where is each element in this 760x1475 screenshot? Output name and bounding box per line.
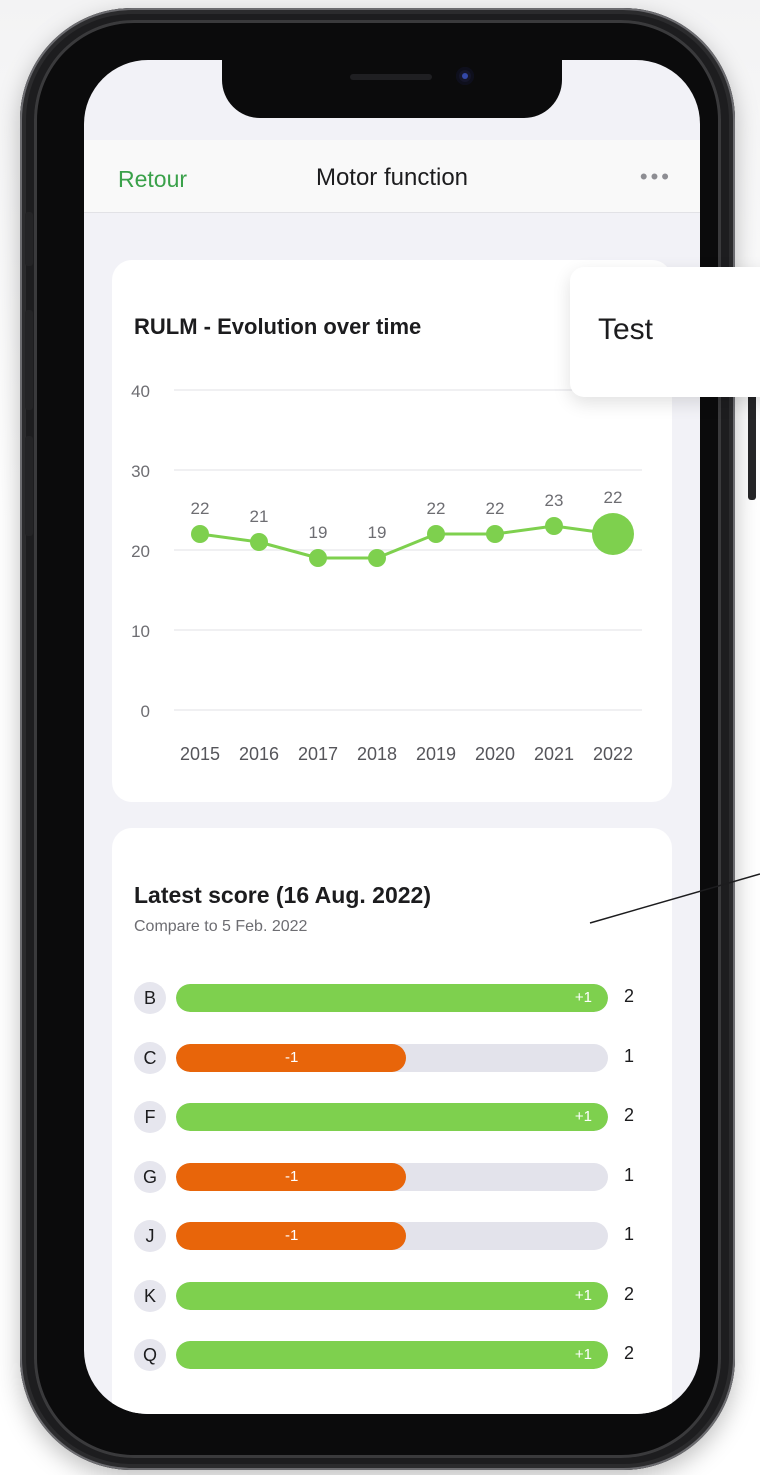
callout-line xyxy=(589,873,760,924)
test-tooltip: Test xyxy=(570,267,760,397)
tooltip-text: Test xyxy=(598,313,654,346)
